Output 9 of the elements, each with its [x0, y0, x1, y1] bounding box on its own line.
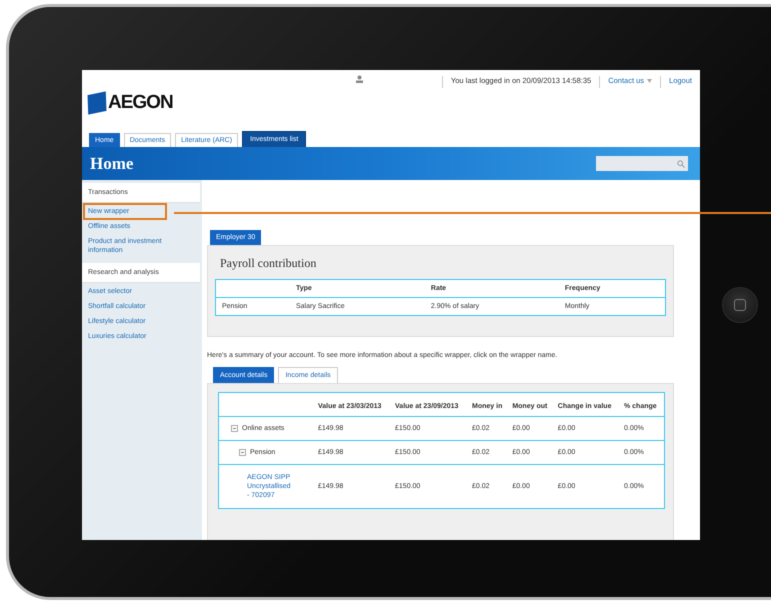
panel-title: Payroll contribution [220, 256, 318, 271]
collapse-icon[interactable] [231, 425, 238, 432]
page-title: Home [90, 154, 134, 174]
search-icon [677, 160, 685, 168]
home-button[interactable] [722, 287, 758, 323]
search-field[interactable] [596, 156, 688, 171]
logo: AEGON [88, 86, 173, 120]
collapse-icon[interactable] [239, 449, 246, 456]
user-icon [354, 75, 364, 84]
